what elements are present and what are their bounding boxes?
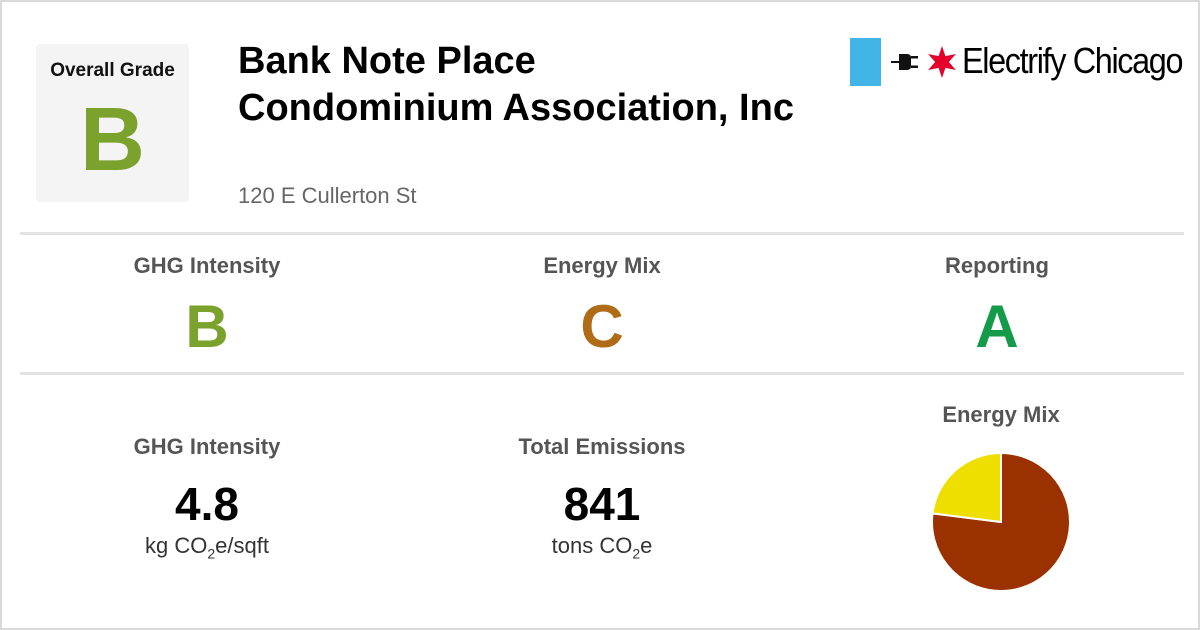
ghg-intensity-label: GHG Intensity	[133, 434, 281, 459]
brand-name: Electrify Chicago	[962, 40, 1183, 81]
red-star-icon	[928, 46, 956, 78]
ghg-intensity-unit: kg CO2e/sqft	[27, 533, 387, 561]
plug-icon	[891, 54, 918, 70]
unit-suffix: e/sqft	[215, 533, 269, 558]
energy-mix-grade-label: Energy Mix	[543, 253, 661, 278]
divider	[20, 372, 1184, 375]
building-report-card: Overall Grade B Bank Note Place Condomin…	[0, 0, 1200, 630]
energy-mix-chart-title: Energy Mix	[942, 402, 1060, 427]
building-address: 120 E Cullerton St	[238, 183, 417, 208]
overall-grade-box: Overall Grade B	[36, 44, 189, 202]
unit-suffix: e	[640, 533, 653, 558]
overall-grade-label: Overall Grade	[50, 60, 175, 81]
ghg-grade-letter: B	[185, 293, 229, 360]
reporting-grade-label: Reporting	[945, 253, 1049, 278]
total-emissions-label: Total Emissions	[518, 434, 686, 459]
unit-subscript: 2	[632, 545, 641, 562]
total-emissions-unit: tons CO2e	[422, 533, 782, 561]
blue-bar-icon	[850, 38, 881, 86]
pie-slice-1	[931, 451, 1002, 524]
electrify-chicago-logo[interactable]: Electrify Chicago	[850, 38, 1183, 86]
unit-subscript: 2	[207, 545, 216, 562]
reporting-grade-letter: A	[975, 293, 1019, 360]
unit-prefix: tons CO	[551, 533, 633, 558]
ghg-grade-label: GHG Intensity	[133, 253, 281, 278]
ghg-intensity-value: 4.8	[175, 478, 239, 530]
total-emissions-value: 841	[563, 478, 641, 530]
unit-prefix: kg CO	[145, 533, 208, 558]
building-name: Bank Note Place Condominium Association,…	[238, 40, 794, 129]
energy-mix-grade-letter: C	[580, 293, 624, 360]
divider	[20, 232, 1184, 235]
overall-grade-letter: B	[80, 90, 145, 190]
energy-mix-pie-chart	[931, 451, 1071, 592]
